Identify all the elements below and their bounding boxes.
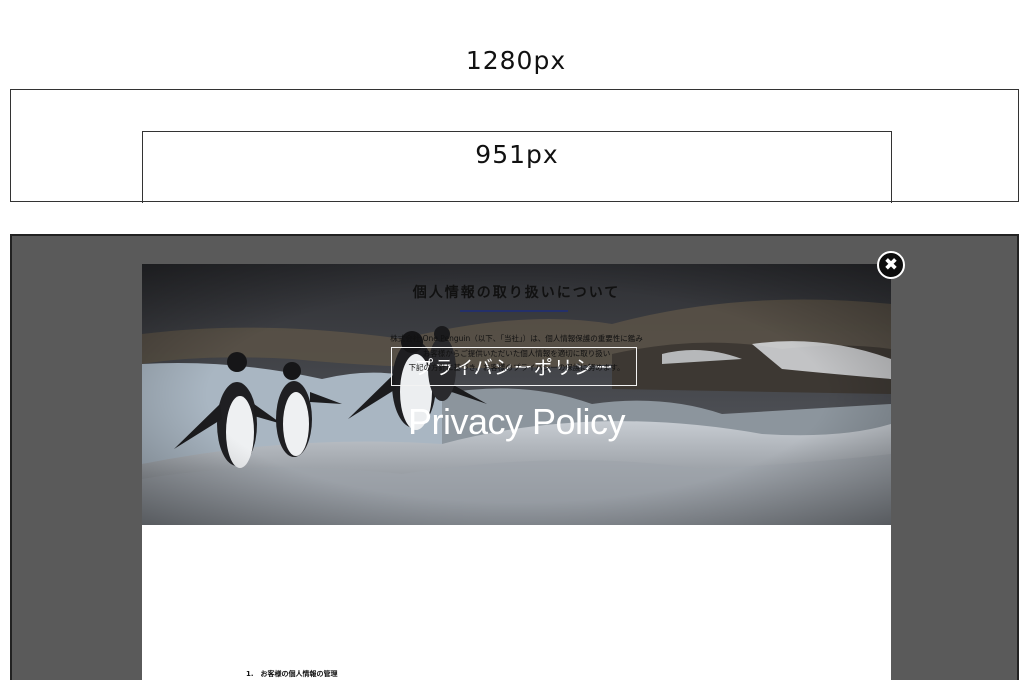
- hero-image: プライバシーポリシー Privacy Policy: [142, 264, 891, 525]
- privacy-modal: プライバシーポリシー Privacy Policy: [142, 264, 891, 680]
- inner-width-box: 951px: [142, 131, 892, 203]
- outer-width-label: 1280px: [465, 46, 567, 75]
- intro-text: 株式会社 One Penguin（以下、「当社」）は、個人情報保護の重要性に鑑み…: [142, 332, 891, 376]
- intro-line: 株式会社 One Penguin（以下、「当社」）は、個人情報保護の重要性に鑑み: [390, 334, 643, 343]
- title-underline: [460, 310, 568, 312]
- intro-line: 下記の方針に基づき、お客様のプライバシーの保護に努めます。: [408, 363, 625, 372]
- intro-line: お客様からご提供いただいた個人情報を適切に取り扱い: [422, 348, 611, 358]
- hero-title-en: Privacy Policy: [407, 401, 626, 442]
- page: 1280px 951px プライバシーポリシー Privacy Policy 個…: [0, 0, 1032, 680]
- inner-width-label: 951px: [475, 140, 559, 169]
- section-title: 個人情報の取り扱いについて: [412, 285, 621, 301]
- close-icon: ✖: [883, 254, 899, 275]
- penguin-photo: [142, 264, 891, 525]
- close-button[interactable]: ✖: [877, 251, 905, 279]
- policy-item-heading: 1. お客様の個人情報の管理: [246, 670, 338, 678]
